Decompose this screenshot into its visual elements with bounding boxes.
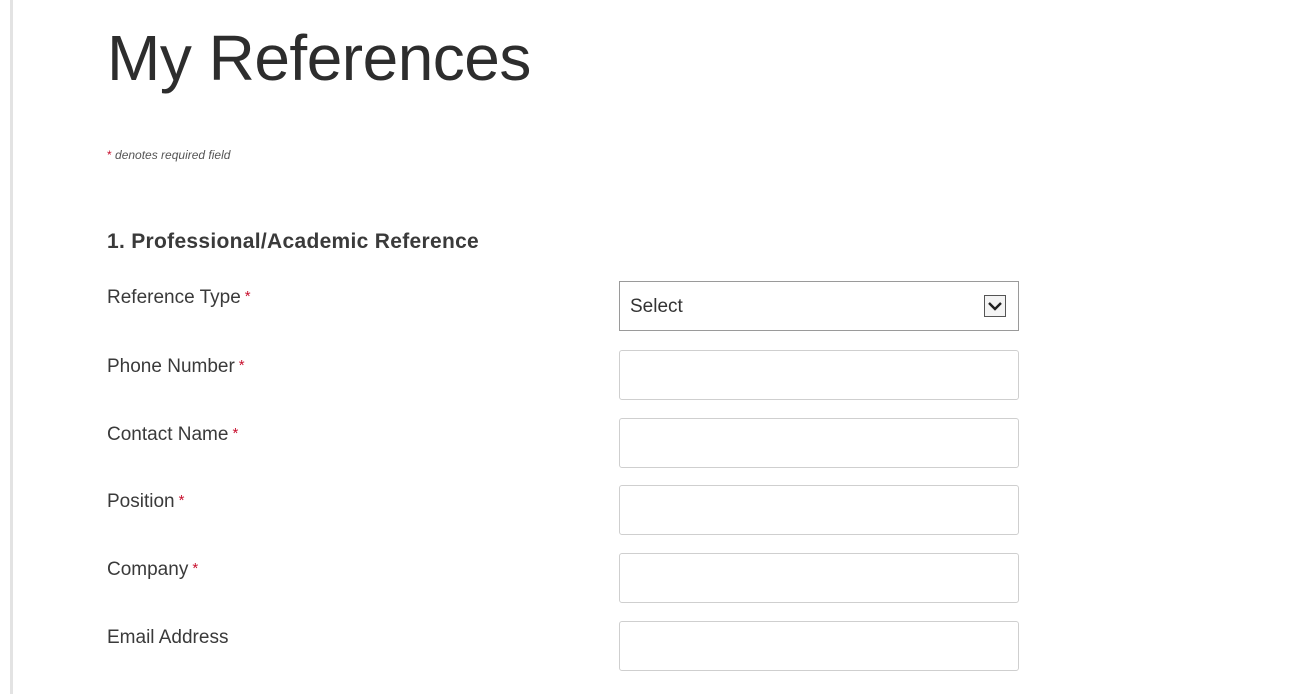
email-address-label: Email Address	[107, 627, 229, 648]
position-input[interactable]	[619, 485, 1019, 535]
phone-number-label: Phone Number *	[107, 356, 245, 378]
required-marker: *	[192, 560, 199, 577]
contact-name-label: Contact Name *	[107, 424, 238, 446]
reference-type-selected-value: Select	[630, 296, 683, 317]
reference-type-row: Reference Type * Select	[107, 281, 1027, 331]
email-address-row: Email Address	[107, 621, 1027, 671]
page-title: My References	[107, 22, 531, 94]
company-label: Company *	[107, 559, 198, 581]
phone-number-row: Phone Number *	[107, 350, 1027, 400]
left-divider	[10, 0, 13, 694]
contact-name-row: Contact Name *	[107, 418, 1027, 468]
reference-type-select[interactable]: Select	[619, 281, 1019, 331]
required-marker: *	[244, 288, 251, 305]
contact-name-input[interactable]	[619, 418, 1019, 468]
chevron-down-icon[interactable]	[984, 295, 1006, 317]
reference-type-label: Reference Type *	[107, 287, 251, 309]
required-marker: *	[238, 357, 245, 374]
reference-type-label-text: Reference Type	[107, 287, 241, 308]
section-heading: 1. Professional/Academic Reference	[107, 230, 480, 253]
company-label-text: Company	[107, 559, 189, 580]
contact-name-label-text: Contact Name	[107, 424, 229, 445]
position-row: Position *	[107, 485, 1027, 535]
required-note-text: denotes required field	[115, 148, 231, 162]
position-label: Position *	[107, 491, 184, 513]
email-address-input[interactable]	[619, 621, 1019, 671]
required-field-note: * denotes required field	[107, 148, 230, 162]
position-label-text: Position	[107, 491, 175, 512]
company-row: Company *	[107, 553, 1027, 603]
required-note-marker: *	[107, 148, 112, 162]
company-input[interactable]	[619, 553, 1019, 603]
phone-number-label-text: Phone Number	[107, 356, 235, 377]
required-marker: *	[178, 492, 185, 509]
phone-number-input[interactable]	[619, 350, 1019, 400]
required-marker: *	[232, 425, 239, 442]
